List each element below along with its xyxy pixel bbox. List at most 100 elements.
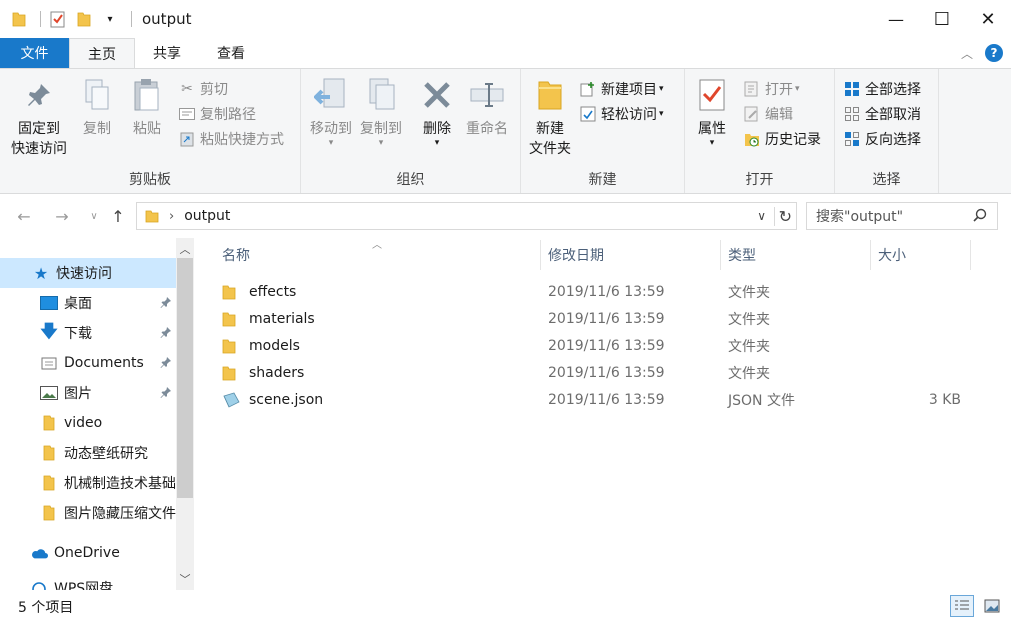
easy-access-label: 轻松访问 [601, 107, 657, 123]
nav-item-video[interactable]: video [0, 408, 176, 438]
title-bar: ▾ output — ☐ ✕ [0, 0, 1011, 38]
new-folder-quick-icon[interactable] [73, 8, 95, 30]
new-item-button[interactable]: 新建项目 ▾ [579, 77, 664, 101]
select-group-label: 选择 [872, 172, 901, 188]
scroll-up-icon[interactable]: ︿ [176, 240, 194, 258]
nav-item-mechanical[interactable]: 机械制造技术基础 [0, 468, 176, 498]
close-button[interactable]: ✕ [965, 0, 1011, 38]
column-header-size[interactable]: 大小 [878, 238, 906, 272]
file-row[interactable]: shaders 2019/11/6 13:59 文件夹 [216, 359, 976, 386]
collapse-ribbon-icon[interactable]: ︿ [961, 45, 973, 62]
file-name: scene.json [249, 391, 324, 408]
edit-button[interactable]: 编辑 [743, 102, 793, 126]
desktop-icon [40, 294, 58, 312]
file-row[interactable]: models 2019/11/6 13:59 文件夹 [216, 332, 976, 359]
refresh-icon[interactable]: ↻ [773, 206, 792, 226]
nav-item-desktop[interactable]: 桌面 [0, 288, 176, 318]
copy-path-button[interactable]: 复制路径 [178, 102, 256, 126]
large-icons-view-icon[interactable] [980, 595, 1004, 617]
paste-label: 粘贴 [133, 121, 161, 137]
details-view-icon[interactable] [950, 595, 974, 617]
nav-wps[interactable]: WPS网盘 [0, 578, 176, 590]
properties-button[interactable]: 属性 ▾ [691, 75, 733, 148]
delete-button[interactable]: 删除 ▾ [417, 75, 457, 148]
file-size [896, 278, 961, 305]
tab-view[interactable]: 查看 [199, 38, 263, 68]
file-row[interactable]: scene.json 2019/11/6 13:59 JSON 文件 3 KB [216, 386, 976, 413]
search-input[interactable]: 搜索"output" [806, 202, 998, 230]
file-name: materials [249, 310, 315, 327]
scrollbar-thumb[interactable] [177, 258, 193, 498]
open-button[interactable]: 打开 ▾ [743, 77, 800, 101]
address-bar[interactable]: › output ∨ ↻ [136, 202, 797, 230]
copy-path-icon [178, 105, 196, 123]
file-name: shaders [249, 364, 305, 381]
folder-icon [8, 8, 30, 30]
invert-selection-button[interactable]: 反向选择 [843, 127, 921, 151]
breadcrumb-separator-icon[interactable]: › [169, 209, 174, 224]
select-all-button[interactable]: 全部选择 [843, 77, 921, 101]
nav-item-downloads[interactable]: 🡇 下载 [0, 318, 176, 348]
scroll-down-icon[interactable]: ﹀ [176, 570, 194, 588]
up-arrow-icon[interactable]: ↑ [106, 204, 130, 228]
nav-quick-access[interactable]: ★ 快速访问 [0, 258, 176, 288]
select-none-label: 全部取消 [865, 107, 921, 123]
nav-item-wallpaper-research[interactable]: 动态壁纸研究 [0, 438, 176, 468]
nav-item-documents[interactable]: Documents [0, 348, 176, 378]
nav-item-pictures[interactable]: 图片 [0, 378, 176, 408]
file-type: 文件夹 [728, 365, 770, 382]
select-none-button[interactable]: 全部取消 [843, 102, 921, 126]
help-icon[interactable]: ? [985, 44, 1003, 62]
easy-access-button[interactable]: 轻松访问 ▾ [579, 102, 664, 126]
new-folder-button[interactable]: 新建 文件夹 [525, 75, 575, 159]
column-header-name[interactable]: 名称 [222, 238, 250, 272]
tab-share[interactable]: 共享 [135, 38, 199, 68]
paste-button[interactable]: 粘贴 [126, 75, 168, 139]
scissors-icon: ✂ [181, 81, 193, 97]
folder-icon [40, 414, 58, 432]
file-row[interactable]: materials 2019/11/6 13:59 文件夹 [216, 305, 976, 332]
copy-to-button[interactable]: 复制到 ▾ [355, 75, 407, 148]
file-date: 2019/11/6 13:59 [548, 364, 665, 381]
tab-file[interactable]: 文件 [0, 38, 69, 68]
paste-shortcut-button[interactable]: 粘贴快捷方式 [178, 127, 284, 151]
search-placeholder: 搜索"output" [816, 209, 904, 225]
folder-icon [40, 444, 58, 462]
nav-scrollbar[interactable]: ︿ ﹀ [176, 238, 194, 590]
select-all-icon [843, 80, 861, 98]
nav-item-hidden-archive[interactable]: 图片隐藏压缩文件 [0, 498, 176, 528]
rename-button[interactable]: 重命名 [461, 75, 513, 139]
column-header-date[interactable]: 修改日期 [548, 238, 604, 272]
move-to-button[interactable]: 移动到 ▾ [305, 75, 357, 148]
file-size: 3 KB [928, 391, 961, 408]
move-to-icon [313, 75, 349, 115]
paste-shortcut-label: 粘贴快捷方式 [200, 132, 284, 148]
group-open: 属性 ▾ 打开 ▾ 编辑 历史记录 打开 [685, 69, 835, 193]
select-all-label: 全部选择 [865, 82, 921, 98]
history-icon [743, 130, 761, 148]
properties-quick-icon[interactable] [47, 8, 69, 30]
status-bar: 5 个项目 [0, 590, 1011, 622]
back-arrow-icon[interactable]: ← [12, 204, 36, 228]
file-row[interactable]: effects 2019/11/6 13:59 文件夹 [216, 278, 976, 305]
folder-icon [222, 359, 244, 386]
customize-dropdown-icon[interactable]: ▾ [99, 8, 121, 30]
cloud-icon [30, 544, 48, 562]
minimize-button[interactable]: — [873, 0, 919, 38]
clipboard-group-label: 剪贴板 [129, 172, 171, 188]
recent-locations-chevron-icon[interactable]: ∨ [82, 204, 106, 228]
pin-to-quick-access-button[interactable]: 固定到 快速访问 [8, 75, 70, 159]
column-header-type[interactable]: 类型 [728, 238, 756, 272]
nav-item-label: 动态壁纸研究 [64, 446, 148, 462]
breadcrumb-output[interactable]: output [184, 208, 230, 224]
copy-button[interactable]: 复制 [76, 75, 118, 139]
history-button[interactable]: 历史记录 [743, 127, 821, 151]
address-dropdown-icon[interactable]: ∨ [757, 209, 766, 223]
cut-button[interactable]: ✂ 剪切 [178, 77, 228, 101]
forward-arrow-icon[interactable]: → [50, 204, 74, 228]
nav-onedrive[interactable]: OneDrive [0, 538, 176, 568]
new-folder-label: 新建 文件夹 [529, 121, 571, 157]
nav-onedrive-label: OneDrive [54, 545, 120, 561]
maximize-button[interactable]: ☐ [919, 0, 965, 38]
tab-home[interactable]: 主页 [69, 38, 135, 68]
